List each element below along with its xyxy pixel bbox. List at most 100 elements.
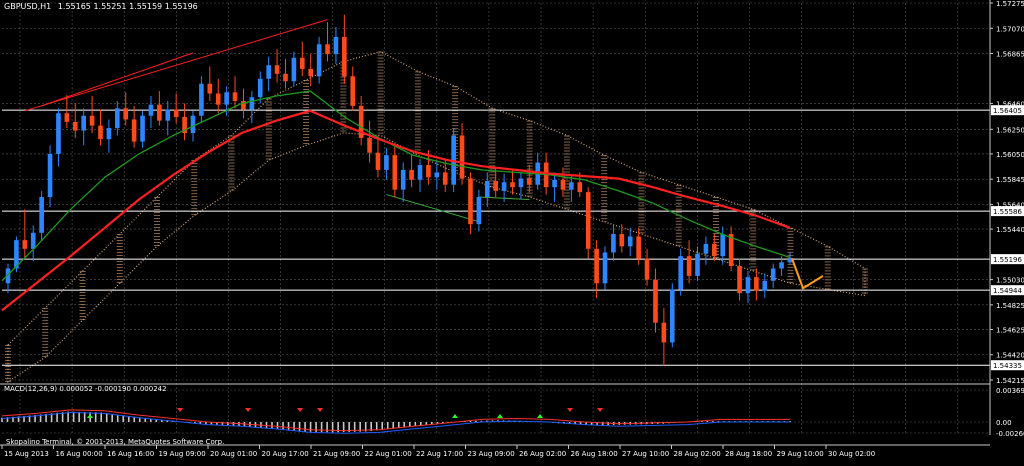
price-tick-label: 1.54625 [996,326,1024,334]
candle-body [712,243,717,257]
candle-body [720,234,726,257]
price-tick-label: 1.57070 [996,25,1024,33]
candle-body [552,179,557,188]
candle-body [157,104,162,121]
copyright-text: Skopalino Terminal, © 2001-2013, MetaQuo… [6,438,224,446]
candle-body [594,248,599,284]
time-tick-label: 27 Aug 10:00 [622,450,669,458]
candle-body [417,165,423,180]
candle-body [224,92,229,105]
price-tick-label: 1.55030 [996,277,1024,285]
candle-body [468,178,473,225]
candle-body [518,178,524,188]
candle-body [476,197,482,225]
candle-body [350,76,356,106]
candle-body [283,73,288,82]
candle-body [249,97,255,110]
candle-body [560,179,566,190]
candle-body [190,115,196,133]
candle-body [98,125,103,140]
candle-body [367,137,372,153]
candle-body [611,234,616,253]
time-tick-label: 19 Aug 09:00 [159,450,206,458]
macd-tick-label: 0.003693 [996,387,1024,395]
candle-body [47,153,53,198]
candle-body [215,93,221,105]
price-tick-label: 1.56250 [996,126,1024,134]
candle-body [165,109,171,121]
candle-body [308,68,314,77]
candle-body [266,65,271,79]
chart-window[interactable]: 1.57275 1.57070 1.56865 1.56460 1.56250 1.560… [0,0,1024,462]
candle-body [299,57,305,69]
candle-body [56,113,61,154]
price-tick-label: 1.54825 [996,302,1024,310]
candle-body [627,236,633,247]
price-tick-label: 1.56050 [996,151,1024,159]
time-tick-label: 16 Aug 00:00 [56,450,103,458]
candle-body [527,178,532,185]
candle-body [426,165,431,178]
candle-body [459,135,465,179]
price-tick-label: 1.55440 [996,226,1024,234]
candle-body [653,279,658,323]
time-tick-label: 28 Aug 02:00 [674,450,721,458]
candle-body [585,192,591,249]
candle-body [510,182,515,188]
level-tag-label: 1.55586 [993,208,1022,216]
candle-body [602,252,608,284]
candle-body [384,155,389,170]
macd-tick-label: -0.002602 [996,430,1024,438]
candle-body [762,280,768,291]
candle-body [333,36,339,55]
candle-body [779,262,784,269]
price-tick-label: 1.55845 [996,176,1024,184]
time-tick-label: 30 Aug 02:00 [828,450,875,458]
candle-body [274,65,280,74]
time-tick-label: 23 Aug 09:00 [468,450,515,458]
level-tag-label: 1.54944 [993,287,1022,295]
candle-body [64,113,70,122]
candle-body [678,256,684,290]
candle-body [72,121,78,131]
candle-body [106,128,112,140]
candle-body [569,182,574,190]
symbol-label: GBPUSD,H1 [4,2,51,11]
candle-body [39,197,44,233]
candle-body [89,115,95,126]
candle-body [619,234,625,247]
candle-body [434,172,440,178]
time-tick-label: 22 Aug 01:00 [365,450,412,458]
price-tick-label: 1.56865 [996,51,1024,59]
candle-body [493,181,499,191]
time-tick-label: 28 Aug 18:00 [725,450,772,458]
price-tick-label: 1.54215 [996,377,1024,385]
time-tick-label: 20 Aug 17:00 [262,450,309,458]
candle-body [131,119,137,142]
level-tag-label: 1.54335 [993,362,1022,370]
candle-body [232,92,238,101]
candle-body [207,83,213,94]
candle-body [728,234,734,267]
candle-body [484,181,490,198]
level-tag-label: 1.55196 [993,256,1022,264]
candle-body [199,83,204,116]
candle-body [342,36,347,77]
candle-body [661,322,667,343]
time-tick-label: 29 Aug 10:00 [777,450,824,458]
candle-body [636,236,641,259]
candle-body [173,109,179,117]
candle-body [400,169,406,190]
candle-body [316,44,322,77]
candle-body [686,256,692,276]
candle-body [30,232,36,249]
candle-body [409,169,414,180]
candle-body [745,277,751,294]
candle-body [737,266,742,294]
ohlc-values: 1.55165 1.55251 1.55159 1.55196 [58,2,198,11]
time-tick-label: 26 Aug 18:00 [571,450,618,458]
candle-body [442,172,448,185]
candle-body [501,182,507,191]
candle-body [291,57,297,82]
candle-body [257,78,263,98]
